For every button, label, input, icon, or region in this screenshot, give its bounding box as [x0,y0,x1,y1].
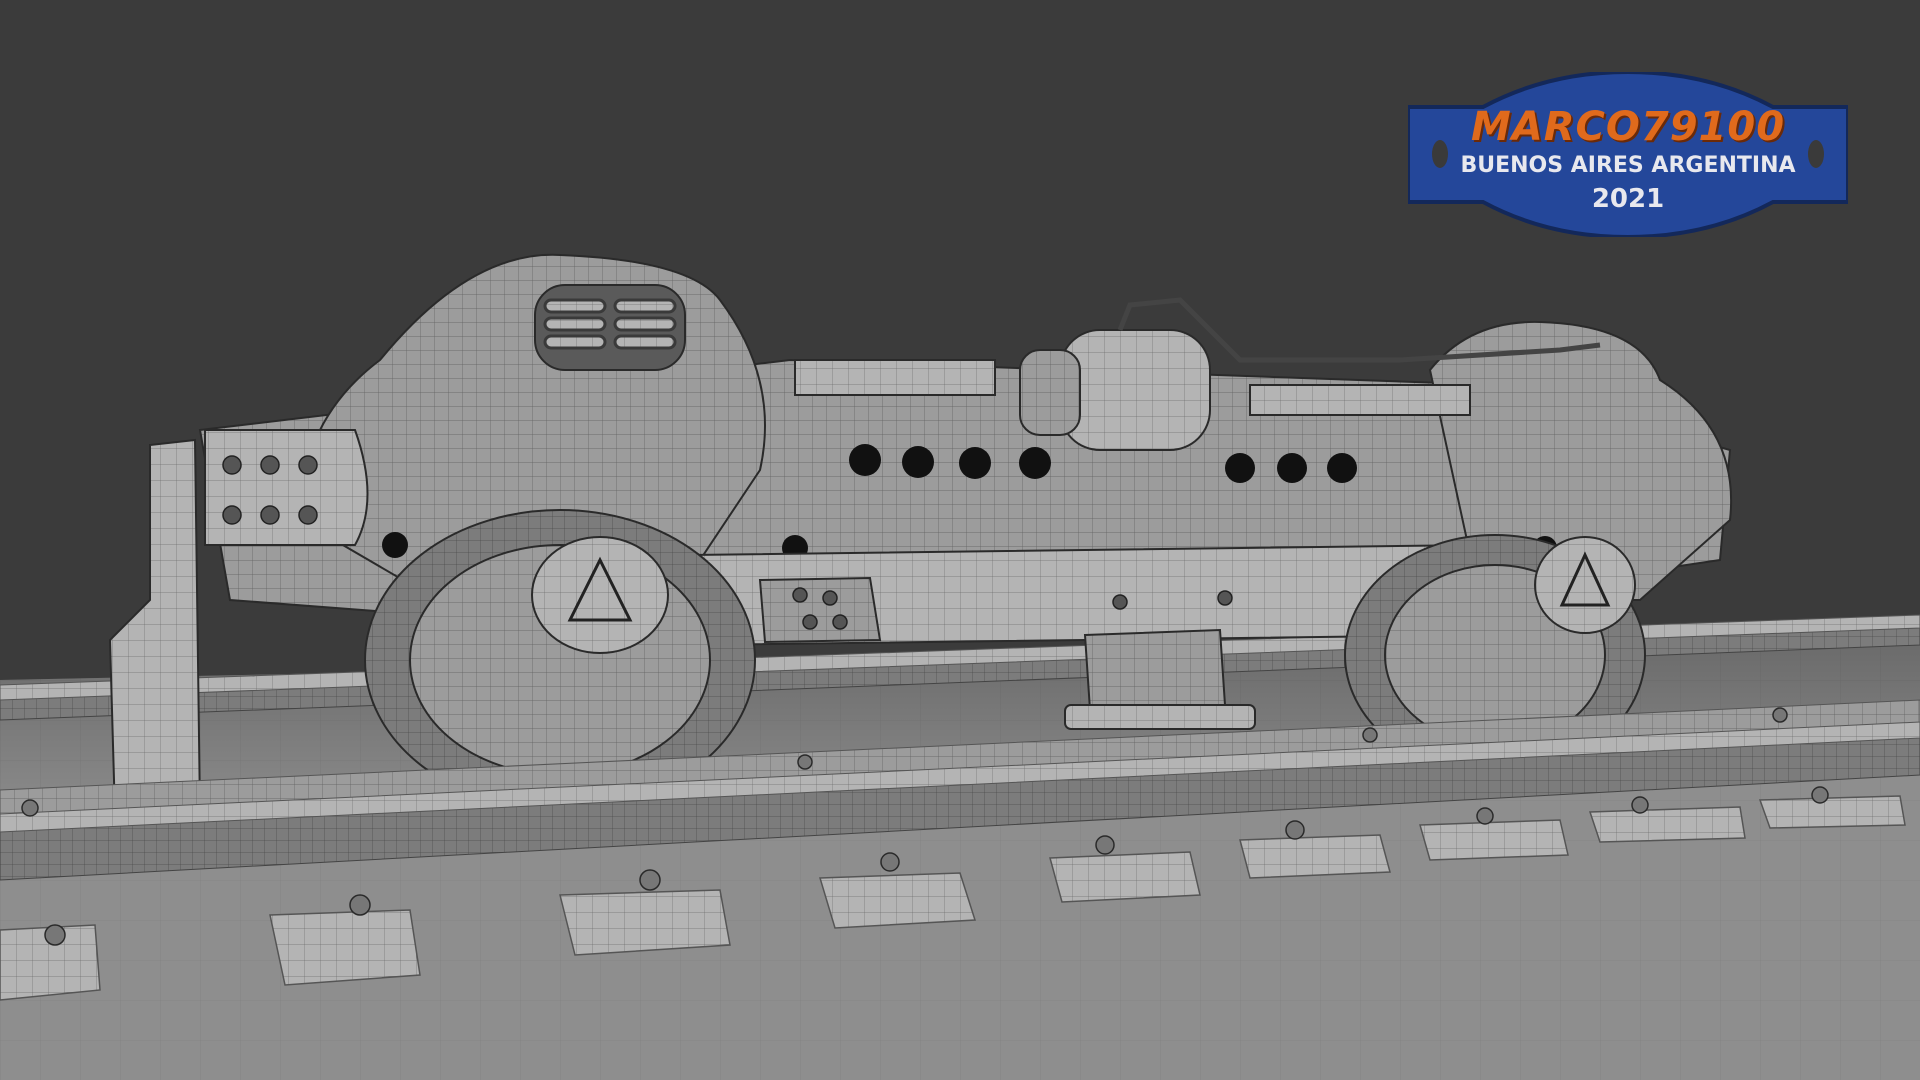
author-badge: MARCO79100 BUENOS AIRES ARGENTINA 2021 [1408,72,1848,237]
badge-location: BUENOS AIRES ARGENTINA [1460,153,1796,178]
badge-author-name: MARCO79100 [1470,104,1786,150]
badge-year: 2021 [1591,184,1665,214]
